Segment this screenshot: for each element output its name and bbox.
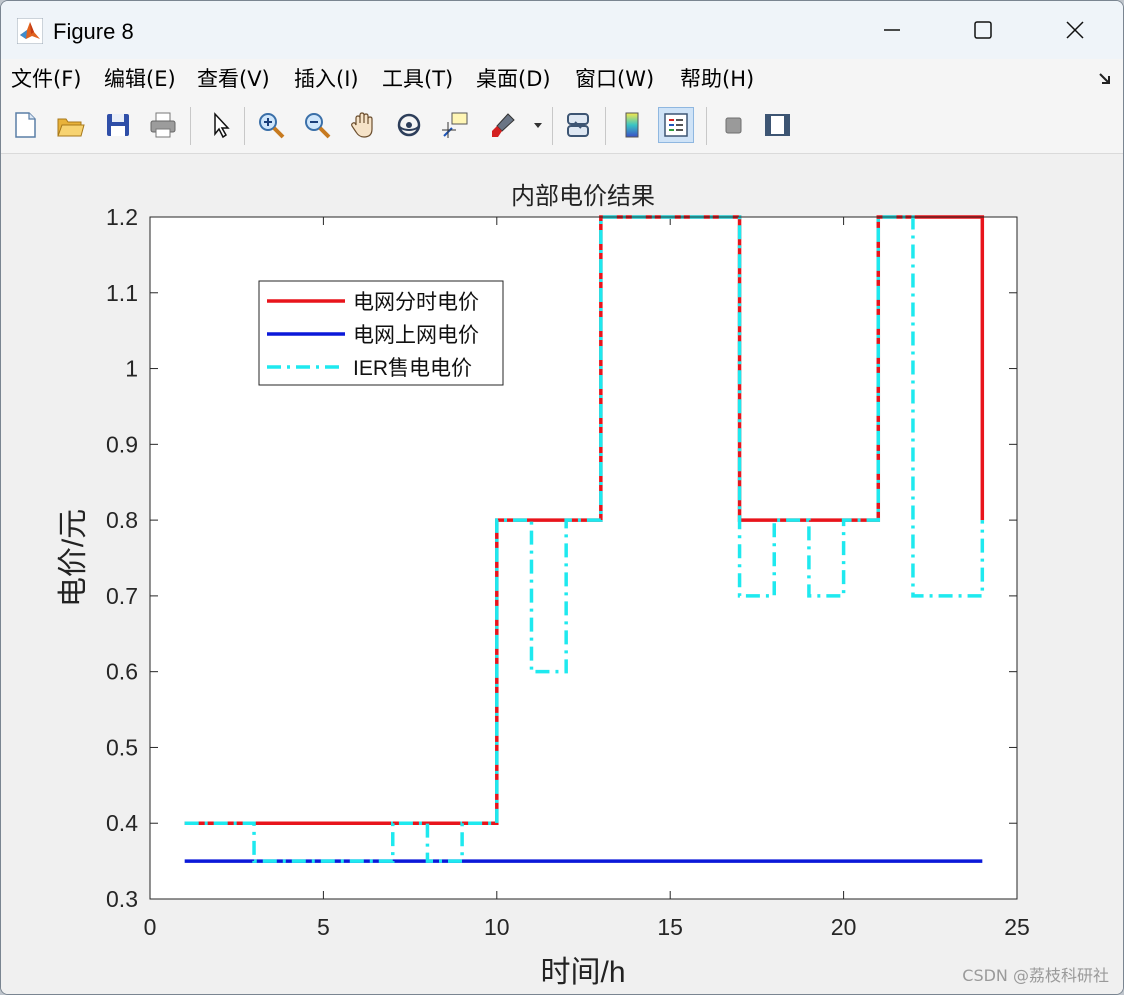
rotate-3d-button[interactable] xyxy=(391,107,427,143)
brush-dropdown-button[interactable] xyxy=(529,107,547,143)
zoom-in-button[interactable] xyxy=(253,107,289,143)
menu-insert[interactable]: 插入(I) xyxy=(294,65,359,93)
hide-plot-tools-icon xyxy=(725,117,742,134)
menu-tools[interactable]: 工具(T) xyxy=(382,65,453,93)
legend-label-1: 电网上网电价 xyxy=(353,324,479,347)
zoom-out-icon xyxy=(305,113,331,139)
toolbar-separator xyxy=(706,107,707,145)
y-tick-label: 0.6 xyxy=(106,659,138,685)
save-icon xyxy=(107,114,129,136)
link-plot-icon xyxy=(567,113,589,137)
link-plot-button[interactable] xyxy=(560,107,596,143)
brush-button[interactable] xyxy=(485,107,521,143)
y-tick-label: 0.5 xyxy=(106,734,138,760)
chevron-down-icon xyxy=(534,123,542,128)
zoom-out-button[interactable] xyxy=(299,107,335,143)
y-tick-label: 0.8 xyxy=(106,507,138,533)
y-tick-label: 0.3 xyxy=(106,886,138,912)
y-tick-label: 1 xyxy=(125,356,138,382)
zoom-in-icon xyxy=(259,113,285,139)
select-arrow-icon xyxy=(214,112,230,139)
menu-help[interactable]: 帮助(H) xyxy=(680,65,754,93)
show-plot-tools-button[interactable] xyxy=(759,107,795,143)
data-cursor-icon xyxy=(442,112,468,138)
maximize-icon xyxy=(974,21,992,39)
hide-plot-tools-button[interactable] xyxy=(715,107,751,143)
toolbar-separator xyxy=(190,107,191,145)
watermark: CSDN @荔枝科研社 xyxy=(962,966,1109,985)
pan-hand-icon xyxy=(351,112,373,138)
x-tick-label: 0 xyxy=(144,914,157,940)
data-cursor-button[interactable] xyxy=(437,107,473,143)
x-tick-label: 25 xyxy=(1004,914,1030,940)
chart-title: 内部电价结果 xyxy=(511,183,655,210)
new-figure-icon xyxy=(15,112,36,138)
print-button[interactable] xyxy=(145,107,181,143)
print-icon xyxy=(150,112,176,138)
maximize-button[interactable] xyxy=(937,1,1029,59)
close-button[interactable] xyxy=(1029,1,1121,59)
toolbar-separator xyxy=(605,107,606,145)
y-tick-label: 0.9 xyxy=(106,431,138,457)
x-axis-label: 时间/h xyxy=(540,956,625,989)
open-file-button[interactable] xyxy=(52,107,88,143)
figure-window: Figure 8 文件(F) 编辑(E) 查看(V) 插入(I) 工具(T) 桌… xyxy=(0,0,1124,995)
new-figure-button[interactable] xyxy=(7,107,43,143)
toolbar-separator xyxy=(552,107,553,145)
save-button[interactable] xyxy=(100,107,136,143)
x-tick-label: 15 xyxy=(657,914,683,940)
line-chart[interactable]: 内部电价结果 时间/h 电价/元 0 5 10 15 20 25 0.3 0.4 0.5 0.6 0… xyxy=(1,154,1123,994)
menu-view[interactable]: 查看(V) xyxy=(197,65,270,93)
matlab-logo-icon xyxy=(17,18,43,44)
menu-bar: 文件(F) 编辑(E) 查看(V) 插入(I) 工具(T) 桌面(D) 窗口(W… xyxy=(1,59,1123,99)
y-tick-label: 1.1 xyxy=(106,280,138,306)
figure-toolbar xyxy=(1,99,1123,154)
show-plot-tools-icon xyxy=(765,114,790,136)
figure-area: 内部电价结果 时间/h 电价/元 0 5 10 15 20 25 0.3 0.4 0.5 0.6 0… xyxy=(1,154,1123,994)
legend-label-2: IER售电电价 xyxy=(353,357,472,380)
y-tick-label: 0.7 xyxy=(106,583,138,609)
brush-icon xyxy=(492,113,515,137)
menu-edit[interactable]: 编辑(E) xyxy=(104,65,176,93)
y-tick-label: 0.4 xyxy=(106,810,138,836)
menu-file[interactable]: 文件(F) xyxy=(11,65,81,93)
legend-button[interactable] xyxy=(658,107,694,143)
title-bar[interactable]: Figure 8 xyxy=(1,1,1123,59)
rotate-3d-icon xyxy=(397,113,421,137)
x-tick-label: 10 xyxy=(484,914,510,940)
close-icon xyxy=(1066,21,1084,39)
colorbar-icon xyxy=(625,112,639,138)
undock-arrow-icon[interactable] xyxy=(1097,71,1113,87)
menu-window[interactable]: 窗口(W) xyxy=(575,65,654,93)
x-tick-label: 20 xyxy=(831,914,857,940)
y-tick-label: 1.2 xyxy=(106,204,138,230)
legend[interactable]: 电网分时电价电网上网电价 IER售电电价 xyxy=(258,280,504,386)
pan-button[interactable] xyxy=(345,107,381,143)
minimize-button[interactable] xyxy=(846,1,938,59)
x-tick-label: 5 xyxy=(317,914,330,940)
menu-desktop[interactable]: 桌面(D) xyxy=(476,65,551,93)
colorbar-button[interactable] xyxy=(614,107,650,143)
toolbar-separator xyxy=(244,107,245,145)
legend-icon xyxy=(664,113,688,137)
window-title: Figure 8 xyxy=(53,19,134,44)
minimize-icon xyxy=(884,29,900,31)
open-file-icon xyxy=(57,118,85,137)
select-button[interactable] xyxy=(202,107,238,143)
y-axis-label: 电价/元 xyxy=(57,509,90,607)
legend-label-0: 电网分时电价 xyxy=(353,291,479,314)
